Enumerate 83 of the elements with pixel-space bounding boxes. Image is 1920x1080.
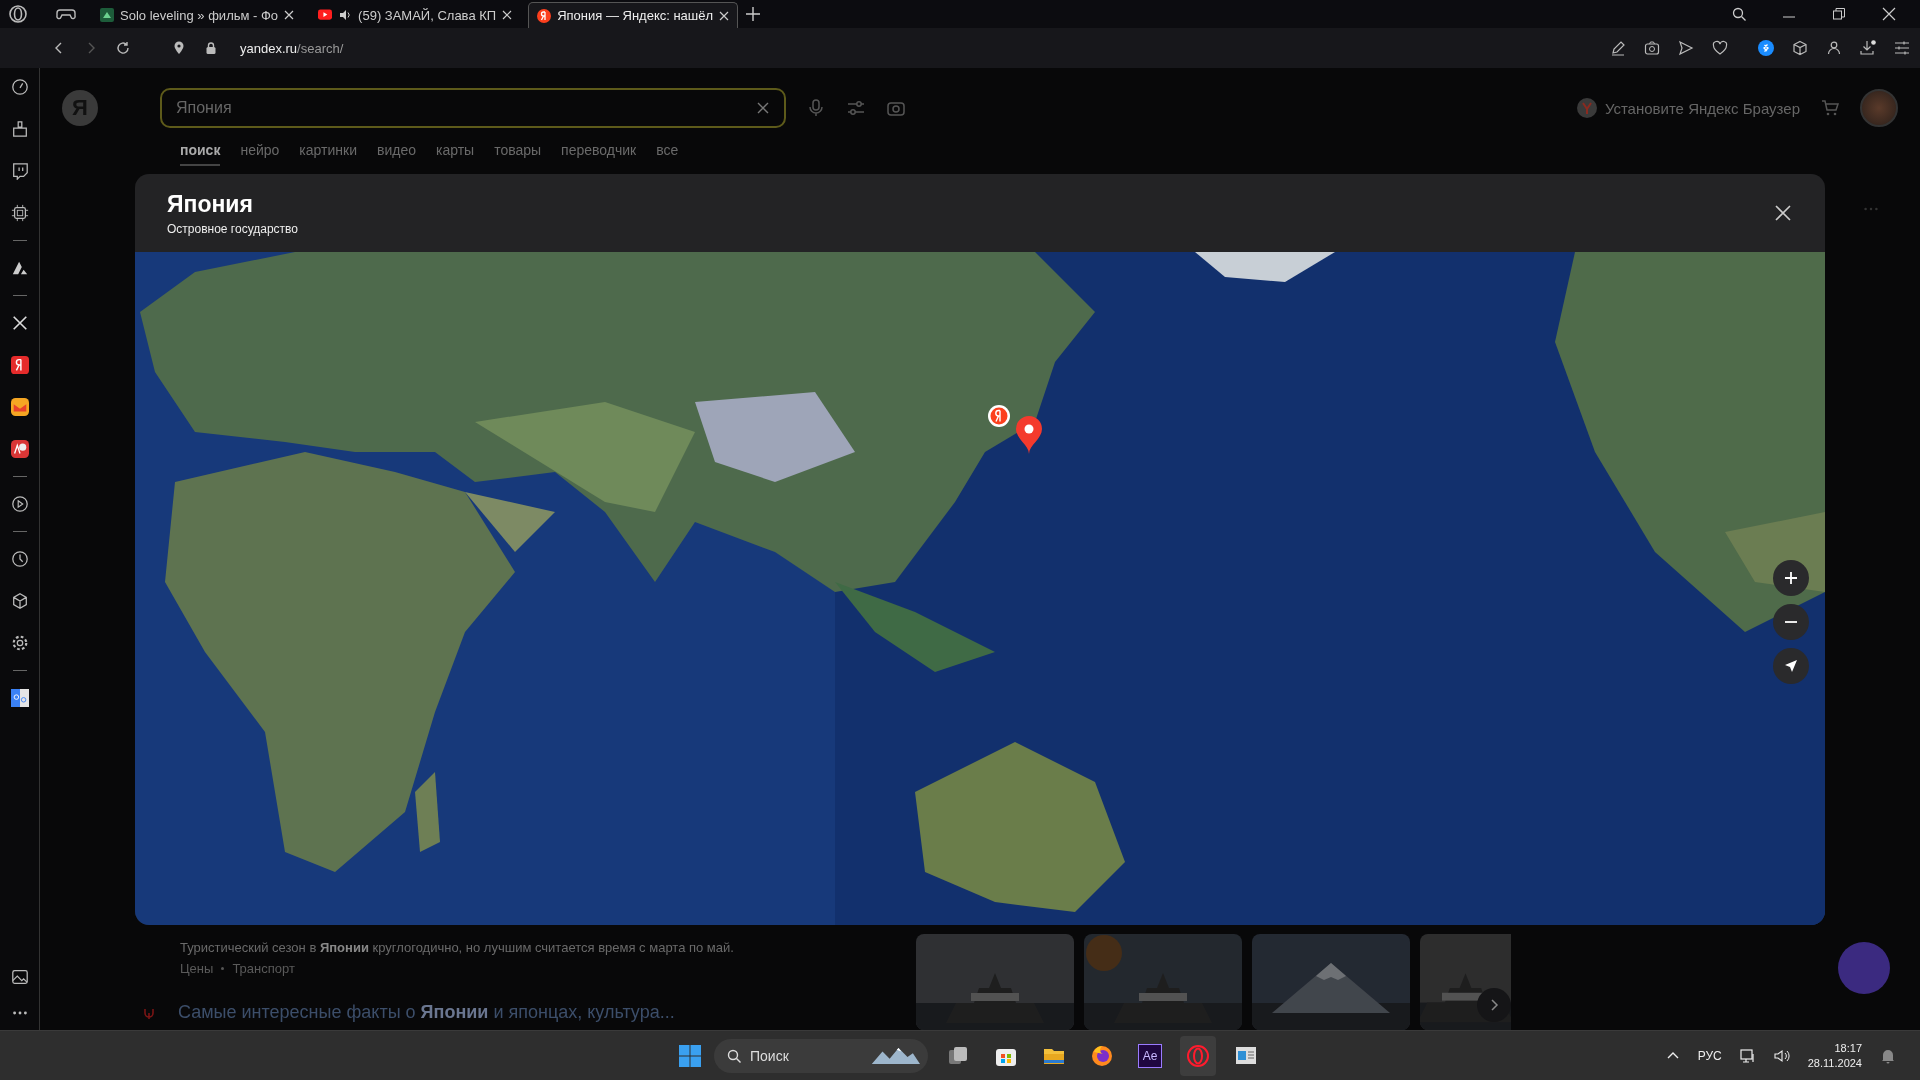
close-icon[interactable] <box>284 10 295 20</box>
microphone-icon[interactable] <box>806 98 826 118</box>
translate-icon[interactable] <box>10 689 29 707</box>
chip-icon[interactable] <box>10 204 29 222</box>
taskbar-app[interactable]: Ae <box>1132 1035 1168 1076</box>
restore-icon[interactable] <box>1832 7 1846 21</box>
language-indicator[interactable]: РУС <box>1697 1048 1722 1063</box>
lock-icon[interactable] <box>204 41 218 55</box>
mail-icon[interactable] <box>10 398 29 416</box>
search-tab[interactable]: нейро <box>240 142 280 166</box>
browser-logo-icon <box>1576 98 1597 118</box>
browser-tab[interactable]: (59) ЗАМАЙ, Слава КП <box>310 2 521 28</box>
install-browser-link[interactable]: Установите Яндекс Браузер <box>1604 99 1800 117</box>
plus-icon <box>1784 571 1798 585</box>
clear-icon[interactable] <box>756 101 770 115</box>
tab-title: Solo leveling » фильм - Фо <box>120 7 279 23</box>
result-link[interactable]: Транспорт <box>232 961 295 976</box>
cart-icon[interactable] <box>1820 98 1840 118</box>
cube-icon[interactable] <box>10 592 29 610</box>
clock-time: 18:17 <box>1834 1042 1862 1054</box>
translate-icon[interactable] <box>10 440 29 458</box>
result-title-link[interactable]: Самые интересные факты о Японии и японцах, культура... <box>178 1002 675 1023</box>
filter-icon[interactable] <box>846 98 866 118</box>
search-field[interactable]: Япония <box>160 88 786 128</box>
address-field[interactable]: yandex.ru/search/ <box>240 40 344 56</box>
search-tab[interactable]: видео <box>376 142 416 166</box>
taskbar-search-field[interactable]: Поиск <box>714 1038 928 1073</box>
location-pin-icon[interactable] <box>172 41 186 55</box>
x-icon[interactable] <box>10 314 29 332</box>
result-link[interactable]: Цены <box>180 961 214 976</box>
speedometer-icon[interactable] <box>10 78 29 96</box>
browser-tab[interactable]: Solo leveling » фильм - Фо <box>92 2 303 28</box>
close-icon[interactable] <box>502 10 513 20</box>
speaker-icon[interactable] <box>1773 1047 1790 1064</box>
heart-icon[interactable] <box>1712 40 1728 56</box>
person-icon[interactable] <box>1826 40 1842 56</box>
ring-icon <box>1186 1043 1210 1068</box>
settings-icon[interactable] <box>10 634 29 652</box>
modal-subtitle: Островное государство <box>167 221 298 236</box>
bell-icon[interactable] <box>1880 1047 1896 1064</box>
arrow-icon <box>1784 659 1798 673</box>
mountain-icon[interactable] <box>10 259 29 277</box>
send-icon[interactable] <box>1678 40 1694 56</box>
fox-icon <box>1090 1043 1114 1068</box>
close-icon[interactable] <box>719 10 730 21</box>
search-tab[interactable]: все <box>656 142 679 166</box>
modal-title: Япония <box>167 190 254 218</box>
download-icon[interactable] <box>1860 40 1876 56</box>
image-icon[interactable] <box>10 968 29 986</box>
speaker-icon[interactable] <box>338 8 353 22</box>
search-tab[interactable]: товары <box>494 142 542 166</box>
search-tab[interactable]: переводчик <box>561 142 637 166</box>
film-site-icon <box>100 8 114 22</box>
more-icon[interactable] <box>10 1010 29 1016</box>
start-icon[interactable] <box>678 1043 702 1068</box>
yandex-pin-icon[interactable] <box>987 404 1011 428</box>
play-icon[interactable] <box>10 495 29 513</box>
search-icon[interactable] <box>1732 7 1746 21</box>
network-icon[interactable] <box>1739 1047 1756 1064</box>
yandex-icon <box>537 8 552 23</box>
menu-icon[interactable] <box>1894 40 1910 56</box>
camera-icon[interactable] <box>1644 40 1660 56</box>
search-tab[interactable]: картинки <box>299 142 357 166</box>
search-icon <box>727 1048 741 1063</box>
close-icon[interactable] <box>1775 205 1791 221</box>
edit-icon[interactable] <box>1610 40 1626 56</box>
cube-icon[interactable] <box>1792 40 1808 56</box>
clock-icon[interactable] <box>10 550 29 568</box>
mountains-icon <box>870 1045 920 1066</box>
tab-title: (59) ЗАМАЙ, Слава КП <box>358 7 497 23</box>
chat-icon[interactable] <box>10 162 29 180</box>
search-tab[interactable]: поиск <box>180 142 221 166</box>
browser-tab[interactable]: Япония — Яндекс: нашёл <box>528 2 739 28</box>
reload-icon[interactable] <box>116 41 130 55</box>
tab-title: Япония — Яндекс: нашёл <box>557 8 714 23</box>
search-tab[interactable]: карты <box>435 142 475 166</box>
result-snippet: Туристический сезон в Японии круглогодично, но лучшим считается время с марта по май. <box>180 940 735 955</box>
new-tab-icon[interactable] <box>746 7 761 21</box>
yandex-icon[interactable] <box>10 356 29 374</box>
browser-logo-icon[interactable] <box>8 4 28 24</box>
close-icon[interactable] <box>1882 7 1896 21</box>
video-play-icon <box>318 8 333 22</box>
clock-date: 28.11.2024 <box>1807 1057 1862 1069</box>
